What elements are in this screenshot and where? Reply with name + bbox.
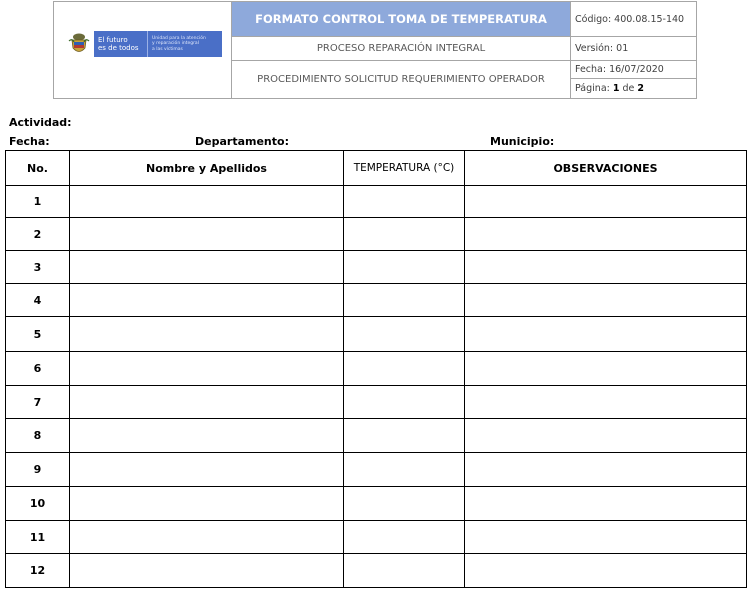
row-number: 2: [5, 217, 70, 251]
logo-entity-line-3: a las víctimas: [152, 46, 183, 52]
coat-of-arms-icon: [68, 32, 90, 56]
observaciones-cell[interactable]: [464, 553, 747, 588]
temperatura-cell[interactable]: [343, 553, 465, 588]
observaciones-cell[interactable]: [464, 316, 747, 352]
table-row: 3: [5, 250, 747, 284]
column-header-no: No.: [5, 150, 70, 186]
logo-slogan-line-2: es de todos: [98, 44, 139, 52]
logo-cell: El futuro es de todos Unidad para la ate…: [54, 2, 232, 98]
observaciones-cell[interactable]: [464, 283, 747, 317]
observaciones-cell[interactable]: [464, 351, 747, 386]
row-number: 7: [5, 385, 70, 419]
temperatura-cell[interactable]: [343, 385, 465, 419]
temperatura-cell[interactable]: [343, 520, 465, 554]
nombre-cell[interactable]: [69, 486, 344, 521]
document-header: El futuro es de todos Unidad para la ate…: [53, 1, 697, 99]
row-number: 8: [5, 418, 70, 453]
table-row: 7: [5, 385, 747, 419]
temperatura-cell[interactable]: [343, 185, 465, 218]
document-title: FORMATO CONTROL TOMA DE TEMPERATURA: [232, 2, 571, 37]
nombre-cell[interactable]: [69, 316, 344, 352]
temperatura-cell[interactable]: [343, 283, 465, 317]
table-row: 2: [5, 217, 747, 251]
row-number: 6: [5, 351, 70, 386]
temperatura-cell[interactable]: [343, 217, 465, 251]
document-date: Fecha: 16/07/2020: [571, 61, 696, 79]
nombre-cell[interactable]: [69, 385, 344, 419]
observaciones-cell[interactable]: [464, 418, 747, 453]
observaciones-cell[interactable]: [464, 217, 747, 251]
procedure-name: PROCEDIMIENTO SOLICITUD REQUERIMIENTO OP…: [232, 61, 571, 98]
temperatura-cell[interactable]: [343, 418, 465, 453]
observaciones-cell[interactable]: [464, 185, 747, 218]
municipio-label: Municipio:: [490, 135, 555, 148]
row-number: 9: [5, 452, 70, 487]
nombre-cell[interactable]: [69, 185, 344, 218]
temperatura-cell[interactable]: [343, 486, 465, 521]
column-header-observaciones: OBSERVACIONES: [464, 150, 747, 186]
temperature-table: No. Nombre y Apellidos TEMPERATURA (°C) …: [5, 150, 747, 588]
nombre-cell[interactable]: [69, 217, 344, 251]
logo-entity-name: Unidad para la atención y reparación int…: [148, 31, 222, 57]
row-number: 5: [5, 316, 70, 352]
temperatura-cell[interactable]: [343, 250, 465, 284]
nombre-cell[interactable]: [69, 351, 344, 386]
document-code: Código: 400.08.15-140: [571, 2, 696, 37]
nombre-cell[interactable]: [69, 520, 344, 554]
page-number: Página: 1 de 2: [571, 79, 696, 98]
row-number: 1: [5, 185, 70, 218]
column-header-temperatura: TEMPERATURA (°C): [343, 150, 465, 186]
page-separator: de: [622, 83, 635, 94]
table-row: 12: [5, 553, 747, 588]
table-header-row: No. Nombre y Apellidos TEMPERATURA (°C) …: [5, 150, 747, 186]
temperatura-cell[interactable]: [343, 316, 465, 352]
table-row: 1: [5, 185, 747, 218]
observaciones-cell[interactable]: [464, 486, 747, 521]
actividad-label: Actividad:: [9, 116, 72, 129]
logo-slogan: El futuro es de todos: [94, 31, 148, 57]
row-number: 10: [5, 486, 70, 521]
table-row: 8: [5, 418, 747, 453]
table-body: 1 2 3 4 5 6 7 8 9 10 11 12: [5, 185, 747, 588]
table-row: 10: [5, 486, 747, 521]
nombre-cell[interactable]: [69, 418, 344, 453]
page-total: 2: [637, 83, 644, 94]
table-row: 5: [5, 316, 747, 352]
row-number: 12: [5, 553, 70, 588]
table-row: 6: [5, 351, 747, 386]
institution-logo: El futuro es de todos Unidad para la ate…: [68, 29, 222, 59]
observaciones-cell[interactable]: [464, 452, 747, 487]
observaciones-cell[interactable]: [464, 385, 747, 419]
row-number: 11: [5, 520, 70, 554]
logo-slogan-line-1: El futuro: [98, 36, 128, 44]
nombre-cell[interactable]: [69, 553, 344, 588]
document-version: Versión: 01: [571, 37, 696, 61]
row-number: 3: [5, 250, 70, 284]
observaciones-cell[interactable]: [464, 250, 747, 284]
fecha-label: Fecha:: [9, 135, 50, 148]
process-name: PROCESO REPARACIÓN INTEGRAL: [232, 37, 571, 61]
departamento-label: Departamento:: [195, 135, 289, 148]
temperatura-cell[interactable]: [343, 351, 465, 386]
row-number: 4: [5, 283, 70, 317]
page-prefix: Página:: [575, 83, 610, 94]
table-row: 9: [5, 452, 747, 487]
table-row: 4: [5, 283, 747, 317]
logo-band: El futuro es de todos Unidad para la ate…: [94, 31, 222, 57]
page-current: 1: [612, 83, 620, 94]
column-header-nombre: Nombre y Apellidos: [69, 150, 344, 186]
nombre-cell[interactable]: [69, 452, 344, 487]
observaciones-cell[interactable]: [464, 520, 747, 554]
nombre-cell[interactable]: [69, 250, 344, 284]
temperatura-cell[interactable]: [343, 452, 465, 487]
nombre-cell[interactable]: [69, 283, 344, 317]
table-row: 11: [5, 520, 747, 554]
